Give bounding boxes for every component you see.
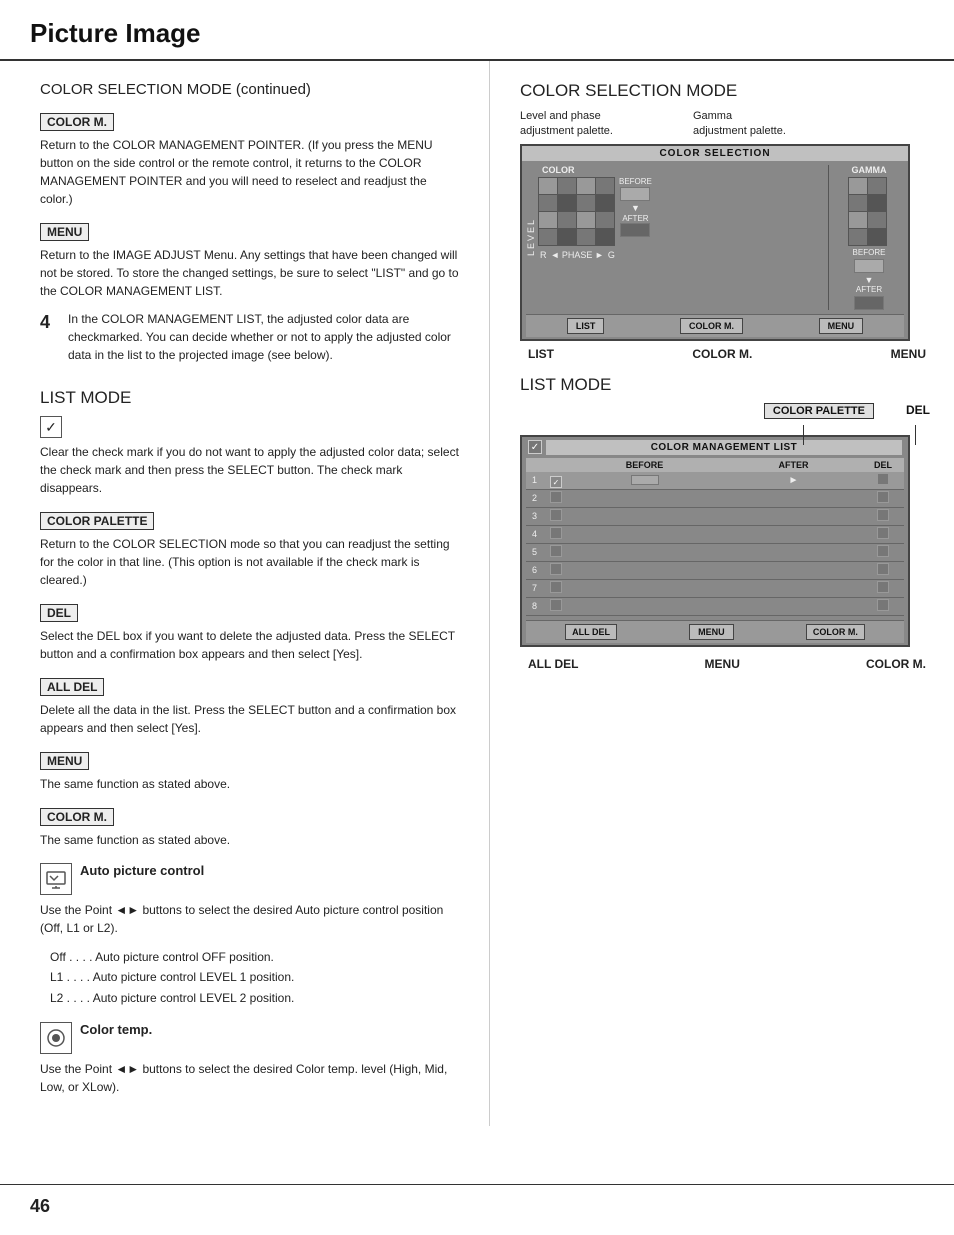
lm-menu-btn-inner[interactable]: MENU <box>689 624 734 640</box>
color-m-text-2: The same function as stated above. <box>40 831 459 849</box>
menu-button-1[interactable]: MENU <box>40 223 89 241</box>
note-1-text: Use the Point ◄► buttons to select the d… <box>40 901 459 937</box>
lm-table-title: COLOR MANAGEMENT LIST <box>546 440 902 455</box>
lm-colorm-btn-inner[interactable]: COLOR M. <box>806 624 865 640</box>
right-column: COLOR SELECTION MODE Level and phaseadju… <box>490 61 954 1126</box>
lm-alldel-label: ALL DEL <box>528 657 578 671</box>
list-mode-text: Clear the check mark if you do not want … <box>40 443 459 497</box>
content-area: COLOR SELECTION MODE (continued) COLOR M… <box>0 61 954 1126</box>
diagram-label-right: Gammaadjustment palette. <box>693 109 786 140</box>
list-item-l1: L1 . . . . Auto picture control LEVEL 1 … <box>50 967 459 987</box>
right-section-title: COLOR SELECTION MODE <box>520 81 934 101</box>
del-text: Select the DEL box if you want to delete… <box>40 627 459 663</box>
menu-button-2[interactable]: MENU <box>40 752 89 770</box>
cs-r-label: R <box>540 250 547 260</box>
left-section-title: COLOR SELECTION MODE (continued) <box>40 81 459 98</box>
note-1-list: Off . . . . Auto picture control OFF pos… <box>50 947 459 1008</box>
list-item-off: Off . . . . Auto picture control OFF pos… <box>50 947 459 967</box>
cs-gamma-label: GAMMA <box>852 165 887 175</box>
step-4-row: 4 In the COLOR MANAGEMENT LIST, the adju… <box>40 310 459 374</box>
lm-colorm-label: COLOR M. <box>866 657 926 671</box>
list-mode-diagram: ✓ COLOR MANAGEMENT LIST BEFORE AFTER DEL <box>520 435 910 647</box>
lm-alldel-btn-inner[interactable]: ALL DEL <box>565 624 617 640</box>
checkmark-symbol: ✓ <box>40 416 62 438</box>
color-m-button-2[interactable]: COLOR M. <box>40 808 114 826</box>
color-m-text-1: Return to the COLOR MANAGEMENT POINTER. … <box>40 136 459 208</box>
list-mode-title-right: LIST MODE <box>520 375 934 395</box>
cs-g-label: G <box>608 250 615 260</box>
list-mode-title-left: LIST MODE <box>40 388 459 408</box>
color-selection-diagram: COLOR SELECTION LEVEL COLOR <box>520 144 910 341</box>
step-4-text: In the COLOR MANAGEMENT LIST, the adjust… <box>68 310 459 364</box>
menu-text-1: Return to the IMAGE ADJUST Menu. Any set… <box>40 246 459 300</box>
note-2-content: Color temp. <box>80 1022 152 1039</box>
note-2-row: Color temp. <box>40 1022 459 1054</box>
left-column: COLOR SELECTION MODE (continued) COLOR M… <box>0 61 490 1126</box>
cs-colorm-btn-inner[interactable]: COLOR M. <box>680 318 743 334</box>
color-temp-icon <box>40 1022 72 1054</box>
arrow-palette <box>803 425 804 445</box>
step-4-number: 4 <box>40 312 62 333</box>
page-number: 46 <box>30 1196 50 1217</box>
list-item-l2: L2 . . . . Auto picture control LEVEL 2 … <box>50 988 459 1008</box>
cs-menu-label: MENU <box>891 347 926 361</box>
lm-menu-label: MENU <box>705 657 740 671</box>
all-del-button[interactable]: ALL DEL <box>40 678 104 696</box>
page-title: Picture Image <box>30 18 201 48</box>
auto-picture-icon <box>40 863 72 895</box>
cs-title-bar: COLOR SELECTION <box>522 146 908 161</box>
note-2-text: Use the Point ◄► buttons to select the d… <box>40 1060 459 1096</box>
menu-text-2: The same function as stated above. <box>40 775 459 793</box>
color-m-button-1[interactable]: COLOR M. <box>40 113 114 131</box>
cs-menu-btn-inner[interactable]: MENU <box>819 318 864 334</box>
color-palette-button[interactable]: COLOR PALETTE <box>40 512 154 530</box>
arrow-del <box>915 425 916 445</box>
lm-table-rows: 1 ✓ ► 2 3 <box>526 472 904 616</box>
note-1-row: Auto picture control <box>40 863 459 895</box>
cs-phase-label: ◄ PHASE ► <box>551 250 604 260</box>
lm-bottom-labels: ALL DEL MENU COLOR M. <box>520 657 934 671</box>
list-mode-diagram-wrapper: COLOR PALETTE DEL ✓ COLOR MANAGEMENT LIS… <box>520 435 934 647</box>
del-button[interactable]: DEL <box>40 604 78 622</box>
cs-colorm-label: COLOR M. <box>692 347 752 361</box>
all-del-text: Delete all the data in the list. Press t… <box>40 701 459 737</box>
note-1-content: Auto picture control <box>80 863 204 880</box>
lm-check-top[interactable]: ✓ <box>528 440 542 454</box>
color-palette-label-diagram: COLOR PALETTE <box>764 403 874 419</box>
note-2-label: Color temp. <box>80 1022 152 1037</box>
diagram-label-left: Level and phaseadjustment palette. <box>520 109 613 140</box>
page-header: Picture Image <box>0 0 954 61</box>
del-label-diagram: DEL <box>906 403 930 417</box>
cs-color-label: COLOR <box>542 165 823 175</box>
cs-level-label: LEVEL <box>526 218 536 256</box>
color-palette-text: Return to the COLOR SELECTION mode so th… <box>40 535 459 589</box>
note-1-label: Auto picture control <box>80 863 204 878</box>
cs-list-btn-inner[interactable]: LIST <box>567 318 605 334</box>
page-bottom-border <box>0 1184 954 1185</box>
cs-bottom-labels: LIST COLOR M. MENU <box>520 347 934 361</box>
cs-list-label: LIST <box>528 347 554 361</box>
